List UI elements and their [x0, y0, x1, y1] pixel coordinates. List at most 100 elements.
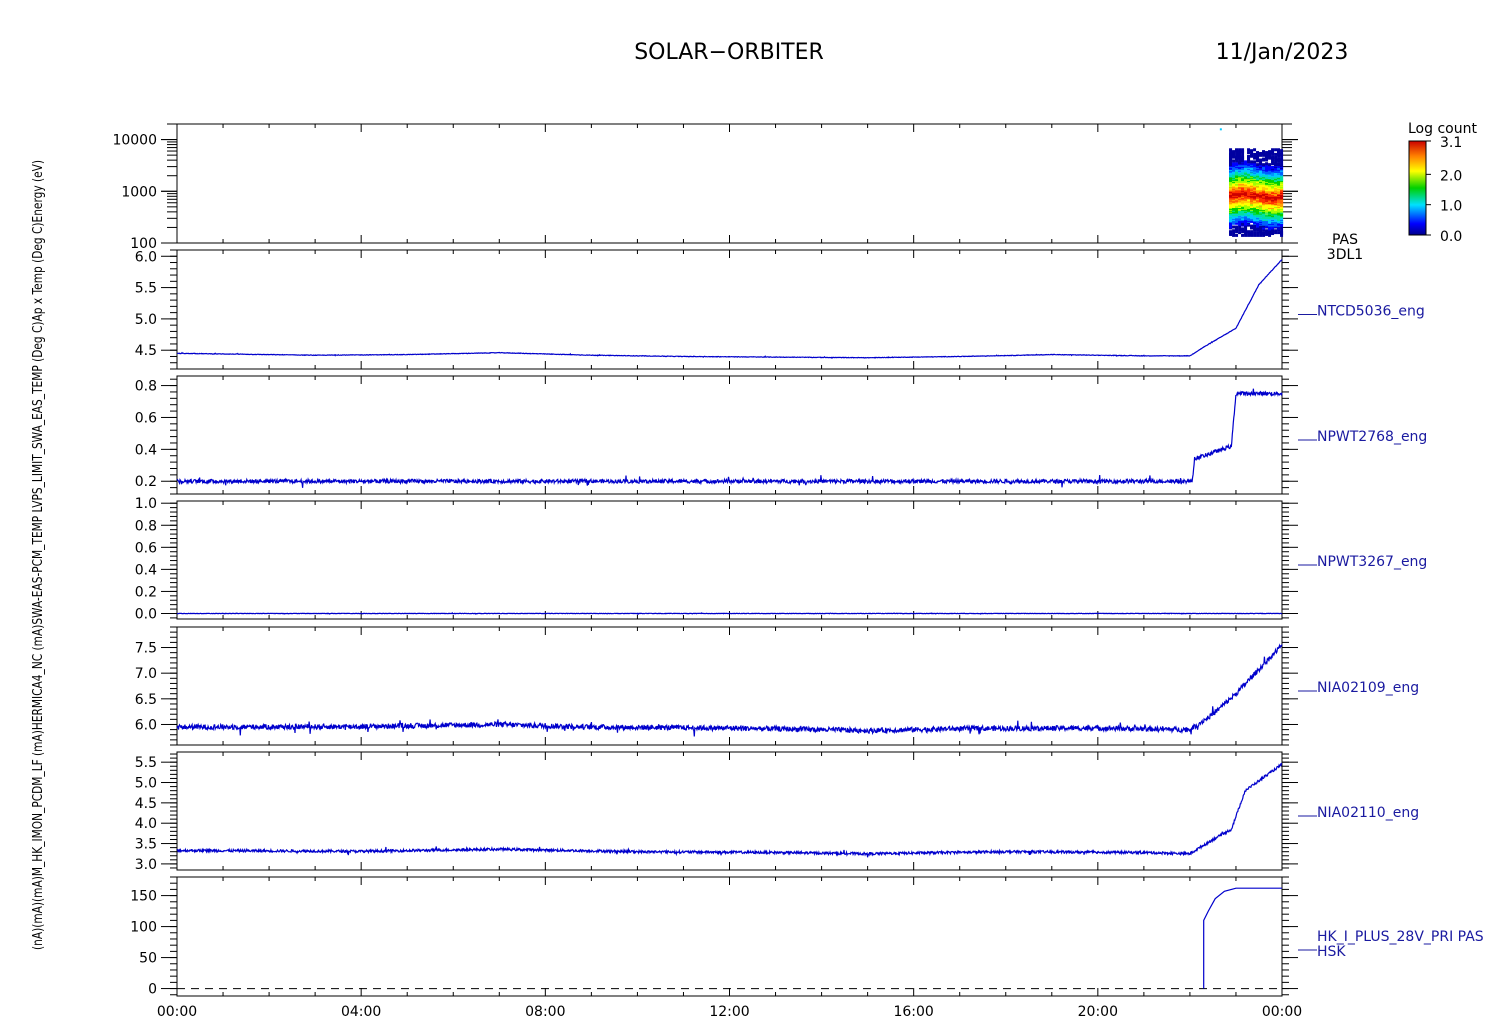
colorbar-tick-label: 2.0 [1440, 168, 1462, 184]
series-label: HSK [1317, 944, 1346, 960]
y-tick-label: 0.2 [135, 474, 157, 490]
x-axis: 00:00 04:00 08:00 12:00 16:00 20:00 00:00 [157, 1004, 1302, 1020]
y-tick-label: 4.5 [135, 343, 157, 359]
spectrogram-cell [1262, 157, 1266, 161]
spectrogram-cell [1280, 229, 1284, 233]
spectrogram-cell [1259, 233, 1263, 237]
spectrogram-cell [1253, 152, 1257, 156]
spectrogram-cell [1241, 227, 1245, 231]
panel-current2: 0.0 0.2 0.4 0.6 0.8 1.0 NPWT3267_eng [135, 496, 1428, 622]
spectrogram-cell [1271, 165, 1275, 169]
spectrogram-cell [1262, 231, 1266, 235]
page-title: SOLAR−ORBITER [634, 40, 824, 65]
spectrogram-cell [1274, 160, 1278, 164]
y-tick-label: 0 [148, 982, 157, 998]
colorbar-tick-label: 0.0 [1440, 229, 1462, 245]
spectrogram-cell [1235, 162, 1239, 166]
spectrogram-cell [1274, 148, 1278, 152]
spectrogram-cell [1253, 160, 1257, 164]
x-tick-label: 08:00 [525, 1004, 565, 1020]
instrument-label: PAS [1332, 232, 1358, 248]
x-tick-label: 00:00 [157, 1004, 197, 1020]
spectrogram-cell [1238, 231, 1242, 235]
spectrogram-cell [1262, 150, 1266, 154]
spectrogram-cell [1238, 148, 1242, 152]
spectrogram-cell [1241, 148, 1245, 152]
instrument-label: 3DL1 [1327, 247, 1363, 263]
spectrogram-cell [1265, 229, 1269, 233]
spectrogram-cell [1256, 163, 1260, 167]
y-tick-label: 3.5 [135, 837, 157, 853]
spectrogram-cell [1256, 233, 1260, 237]
spectrogram-cell [1268, 163, 1272, 167]
spectrogram-cell [1256, 231, 1260, 235]
spectrogram-cell [1232, 229, 1236, 233]
y-tick-label: 50 [139, 951, 157, 967]
series-label: NIA02109_eng [1317, 680, 1419, 696]
panel-current4: 3.0 3.5 4.0 4.5 5.0 5.5 NIA02110_eng [135, 751, 1419, 873]
spectrogram-cell [1238, 160, 1242, 164]
y-tick-label: 6.5 [135, 692, 157, 708]
spectrogram-cell [1229, 151, 1233, 155]
panel-current3: 6.0 6.5 7.0 7.5 NIA02109_eng [135, 626, 1419, 746]
spectrogram-cell [1247, 148, 1251, 152]
spectrogram-cell [1247, 163, 1251, 167]
y-tick-label: 4.0 [135, 816, 157, 832]
spectrogram-cell [1277, 162, 1281, 166]
spectrogram-cell [1274, 152, 1278, 156]
y-tick-label: 0.0 [135, 606, 157, 622]
spectrogram-cell [1280, 149, 1284, 153]
y-tick-label: 1000 [121, 184, 157, 200]
spectrogram-cell [1232, 225, 1236, 229]
series-line [176, 643, 1283, 737]
series-line [1203, 887, 1282, 989]
spectrogram-cell [1250, 149, 1254, 153]
y-tick-label: 150 [130, 889, 157, 905]
spectrogram-cell [1259, 151, 1263, 155]
spectrogram-cell [1247, 230, 1251, 234]
spectrogram-cell [1271, 148, 1275, 152]
panels: 100 1000 10000 PAS3DL1 4.5 5.0 5.5 6.0 NTCD5036_… [112, 123, 1484, 998]
spectrogram-cell [1280, 226, 1284, 230]
y-tick-label: 0.8 [135, 379, 157, 395]
spectrogram-cell [1232, 159, 1236, 163]
panel-frame [176, 249, 1283, 370]
spectrogram-cell [1277, 148, 1281, 152]
y-tick-label: 0.8 [135, 518, 157, 534]
y-tick-label: 5.0 [135, 776, 157, 792]
y-tick-label: 4.5 [135, 796, 157, 812]
series-line [176, 762, 1283, 858]
spectrogram-cell [1250, 224, 1254, 228]
series-label: HK_I_PLUS_28V_PRI PAS [1317, 929, 1484, 945]
spectrogram-cell [1232, 150, 1236, 154]
spectrogram-cell [1256, 151, 1260, 155]
spectrogram-cell [1256, 227, 1260, 231]
y-tick-label: 100 [130, 920, 157, 936]
spectrogram-cell [1232, 233, 1236, 237]
y-tick-label: 1.0 [135, 496, 157, 512]
y-tick-label: 10000 [112, 133, 157, 149]
series-line [176, 611, 1283, 616]
spectrogram-cell [1247, 151, 1251, 155]
x-tick-label: 16:00 [893, 1004, 933, 1020]
panel-current1: 0.2 0.4 0.6 0.8 NPWT2768_eng [135, 375, 1427, 495]
x-tick-label: 04:00 [341, 1004, 381, 1020]
spectrogram-cell [1253, 231, 1257, 235]
y-tick-label: 0.4 [135, 442, 157, 458]
x-tick-label: 12:00 [709, 1004, 749, 1020]
series-label: NTCD5036_eng [1317, 304, 1425, 320]
y-tick-label: 6.0 [135, 249, 157, 265]
spectrogram-cell [1253, 233, 1257, 237]
spectrogram-cell [1268, 150, 1272, 154]
spectrogram-cell [1265, 162, 1269, 166]
spectrogram-cell [1274, 155, 1278, 159]
spectrogram-cell [1250, 230, 1254, 234]
spectrogram-cell [1229, 148, 1233, 152]
spectrogram-cell [1277, 157, 1281, 161]
spectrogram-cell [1259, 225, 1263, 229]
spectrogram-cell [1265, 151, 1269, 155]
panel-hk_current: 0 50 100 150 HK_I_PLUS_28V_PRI PASHSK [130, 876, 1484, 998]
y-tick-label: 3.0 [135, 857, 157, 873]
spectrogram-cell [1229, 230, 1233, 234]
spectrogram-cell [1259, 158, 1263, 162]
